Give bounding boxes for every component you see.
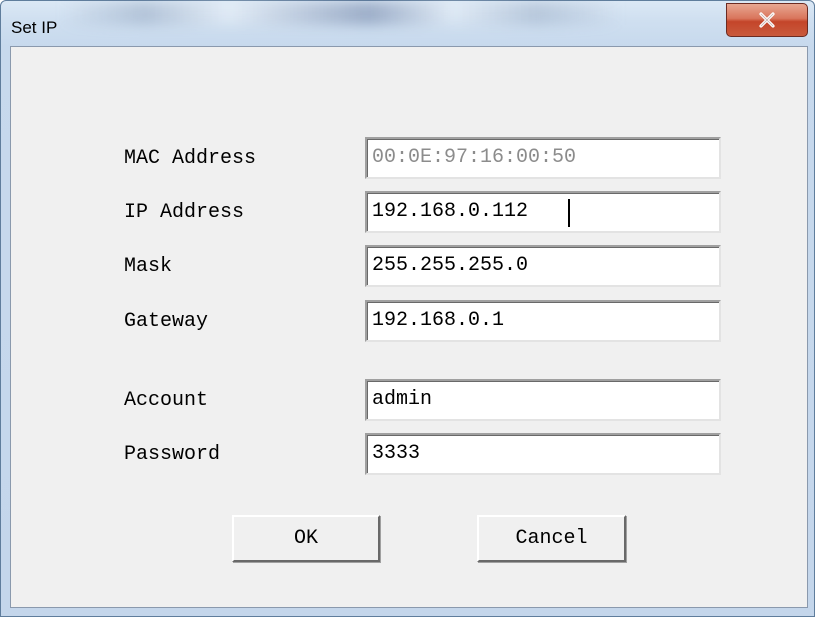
ip-address-label: IP Address [124,201,245,224]
password-field[interactable]: 3333 [365,433,721,475]
password-label: Password [124,443,221,466]
account-label: Account [124,389,209,412]
ip-address-field[interactable]: 192.168.0.112 [365,191,721,233]
mask-label: Mask [124,255,173,278]
mac-address-field: 00:0E:97:16:00:50 [365,137,721,179]
titlebar-background [61,1,621,25]
dialog-client-area: MAC Address 00:0E:97:16:00:50 IP Address… [10,46,808,608]
window-title: Set IP [11,18,58,37]
dialog-window: Set IP MAC Address 00:0E:97:16:00:50 IP … [0,0,815,617]
gateway-field[interactable]: 192.168.0.1 [365,300,721,342]
ip-address-value: 192.168.0.112 [372,200,529,223]
account-field[interactable]: admin [365,379,721,421]
text-caret [568,199,570,227]
close-icon [759,12,775,28]
close-button[interactable] [726,3,808,37]
mac-address-label: MAC Address [124,147,257,170]
ok-button[interactable]: OK [232,515,380,562]
mask-field[interactable]: 255.255.255.0 [365,245,721,287]
gateway-label: Gateway [124,310,209,333]
cancel-button[interactable]: Cancel [477,515,626,562]
